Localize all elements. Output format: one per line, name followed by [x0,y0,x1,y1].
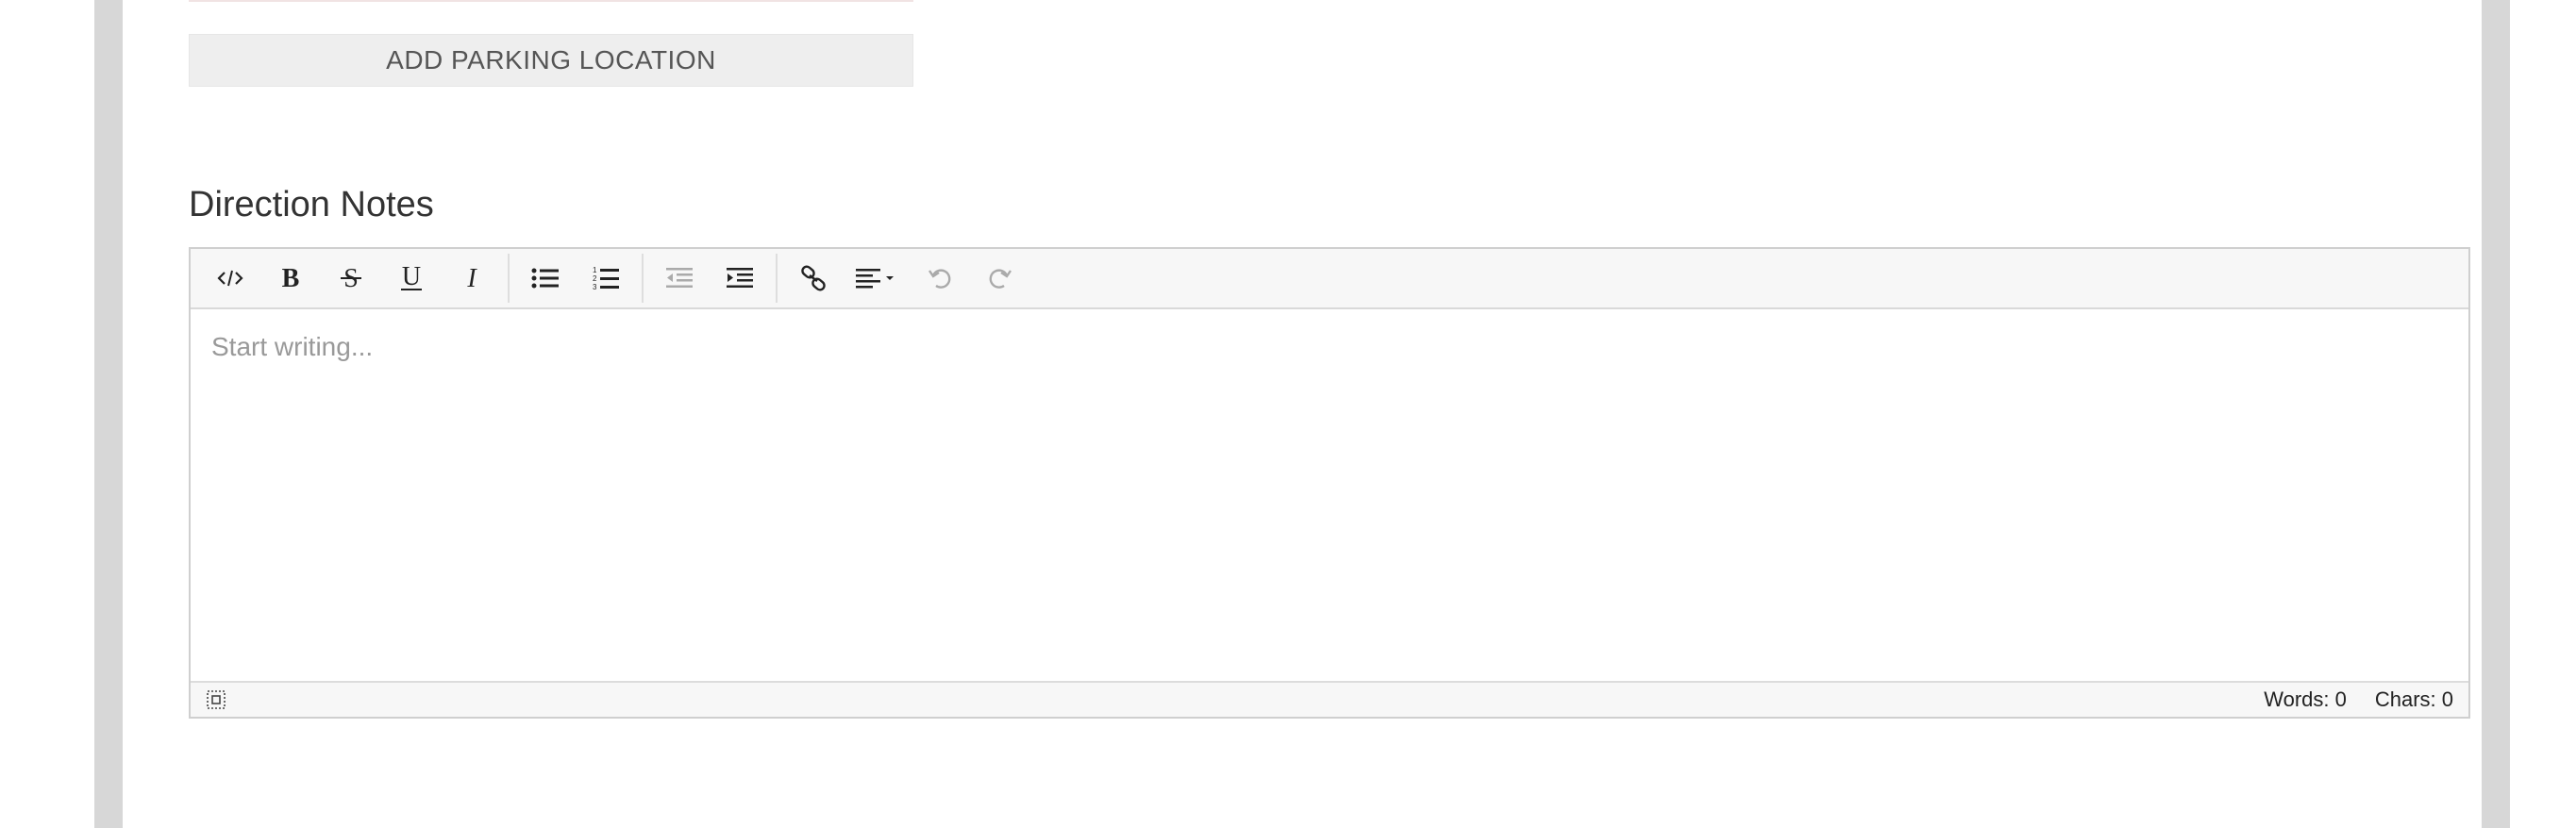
form-card: ADD PARKING LOCATION Direction Notes B S… [123,0,2482,828]
undo-icon [928,269,951,289]
editor-toolbar: B S U I 1 2 3 [191,249,2468,309]
italic-button[interactable]: I [442,248,502,308]
char-count: Chars: 0 [2374,687,2453,711]
toolbar-separator [776,254,778,303]
outdent-icon [666,268,693,288]
underline-button[interactable]: U [381,248,442,308]
toolbar-separator [642,254,644,303]
input-underline [189,0,913,2]
fullscreen-toggle-icon[interactable] [206,689,226,710]
align-dropdown-icon [856,269,894,289]
toolbar-separator [508,254,510,303]
undo-button[interactable] [910,248,970,308]
indent-button[interactable] [710,248,770,308]
svg-text:U: U [402,264,421,291]
source-code-icon [217,270,243,287]
svg-text:2: 2 [593,274,597,283]
numbered-list-button[interactable]: 1 2 3 [576,248,636,308]
source-code-button[interactable] [200,248,260,308]
direction-notes-title: Direction Notes [189,185,434,224]
link-icon [801,265,826,291]
editor-stats: Words: 0 Chars: 0 [2264,687,2453,712]
svg-text:I: I [466,264,477,292]
editor-statusbar: Words: 0 Chars: 0 [191,681,2468,717]
editor-placeholder: Start writing... [211,332,374,361]
underline-icon: U [401,264,422,291]
add-parking-location-button[interactable]: ADD PARKING LOCATION [189,34,913,87]
redo-button[interactable] [970,248,1030,308]
svg-text:B: B [282,264,300,292]
indent-icon [727,268,753,288]
svg-text:1: 1 [593,266,597,274]
editor-content[interactable]: Start writing... [191,309,2468,681]
word-count: Words: 0 [2264,687,2347,711]
strikethrough-icon: S [341,264,361,292]
italic-icon: I [466,264,477,292]
bold-icon: B [282,264,300,292]
redo-icon [989,269,1012,289]
strikethrough-button[interactable]: S [321,248,381,308]
svg-text:3: 3 [593,283,597,291]
bullet-list-button[interactable] [515,248,576,308]
page-frame: ADD PARKING LOCATION Direction Notes B S… [94,0,2510,828]
outdent-button[interactable] [649,248,710,308]
bold-button[interactable]: B [260,248,321,308]
numbered-list-icon: 1 2 3 [593,266,619,291]
align-dropdown-button[interactable] [844,248,910,308]
bullet-list-icon [531,268,559,289]
link-button[interactable] [783,248,844,308]
rich-text-editor: B S U I 1 2 3 Start writing... Words: 0 … [189,247,2470,719]
